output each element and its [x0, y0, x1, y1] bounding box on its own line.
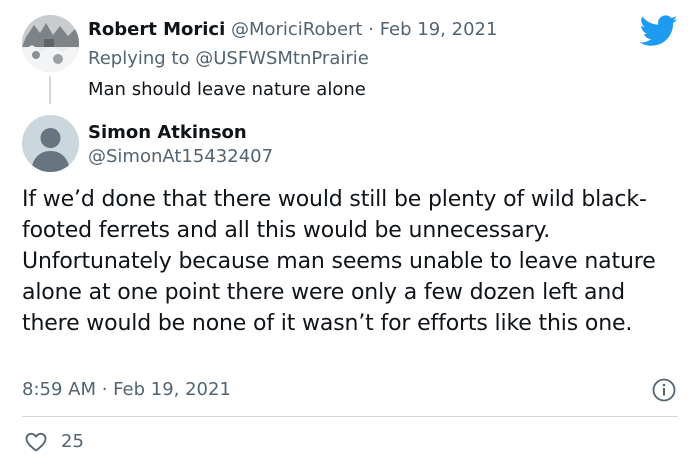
twitter-bird-icon[interactable]: [640, 15, 678, 47]
parent-tweet-header: Robert Morici @MoriciRobert · Feb 19, 20…: [88, 19, 497, 41]
reply-author-handle[interactable]: @SimonAt15432407: [88, 146, 273, 168]
parent-avatar[interactable]: [22, 15, 79, 72]
parent-tweet-text: Man should leave nature alone: [88, 79, 366, 100]
parent-avatar-image: [22, 15, 79, 72]
default-avatar-icon: [22, 115, 79, 172]
replying-to-line: Replying to @USFWSMtnPrairie: [88, 48, 369, 70]
heart-icon[interactable]: [24, 430, 48, 454]
parent-tweet-date[interactable]: Feb 19, 2021: [380, 19, 498, 40]
replying-to-handle[interactable]: @USFWSMtnPrairie: [195, 48, 369, 69]
parent-author-handle[interactable]: @MoriciRobert: [231, 19, 363, 40]
info-icon[interactable]: [651, 377, 677, 403]
thread-connector-line: [49, 76, 51, 104]
header-separator: ·: [368, 19, 374, 40]
reply-timestamp[interactable]: 8:59 AM · Feb 19, 2021: [22, 379, 231, 401]
replying-to-prefix: Replying to: [88, 48, 190, 69]
reply-author-name[interactable]: Simon Atkinson: [88, 122, 247, 144]
reply-tweet-text: If we’d done that there would still be p…: [22, 187, 656, 336]
reply-avatar[interactable]: [22, 115, 79, 172]
divider: [22, 416, 678, 417]
parent-author-name[interactable]: Robert Morici: [88, 19, 225, 40]
like-count: 25: [61, 431, 84, 452]
